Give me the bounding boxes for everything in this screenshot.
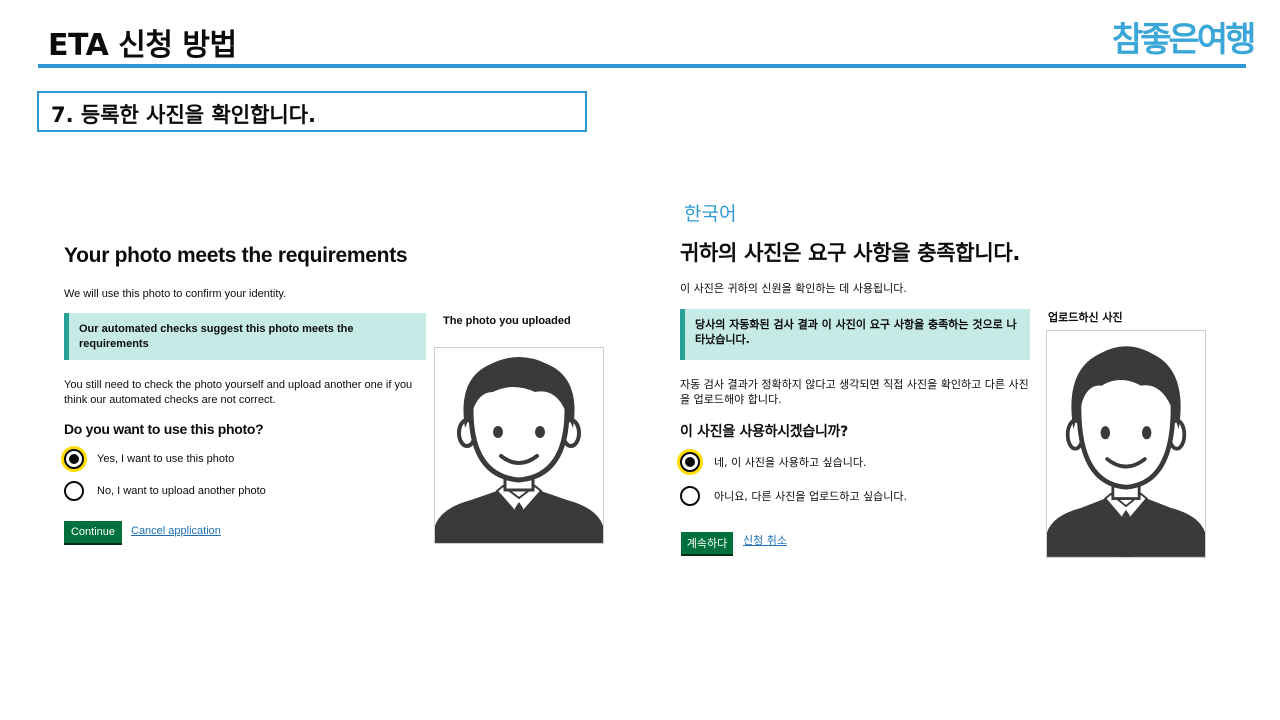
radio-option-yes-ko[interactable]: 네, 이 사진을 사용하고 싶습니다. <box>680 452 867 472</box>
person-avatar-icon <box>435 348 603 543</box>
page-heading-ko: 귀하의 사진은 요구 사항을 충족합니다. <box>680 241 1021 265</box>
language-label: 한국어 <box>684 203 737 225</box>
korean-screenshot: 한국어 귀하의 사진은 요구 사항을 충족합니다. 이 사진은 귀하의 신원을 … <box>672 195 1232 565</box>
inset-message: Our automated checks suggest this photo … <box>79 323 354 350</box>
radio-no-label[interactable]: No, I want to upload another photo <box>97 485 266 497</box>
english-screenshot: Your photo meets the requirements We wil… <box>58 240 618 570</box>
step-label: 7. 등록한 사진을 확인합니다. <box>51 103 317 127</box>
intro-text: We will use this photo to confirm your i… <box>64 288 287 300</box>
slide-title: ETA 신청 방법 <box>48 28 237 63</box>
intro-text-ko: 이 사진은 귀하의 신원을 확인하는 데 사용됩니다. <box>680 282 907 295</box>
person-avatar-icon <box>1047 331 1205 557</box>
radio-yes-label[interactable]: Yes, I want to use this photo <box>97 453 234 465</box>
inset-message-ko: 당사의 자동화된 검사 결과 이 사진이 요구 사항을 충족하는 것으로 나타났… <box>695 318 1017 346</box>
radio-yes-label-ko[interactable]: 네, 이 사진을 사용하고 싶습니다. <box>714 454 867 470</box>
continue-button[interactable]: Continue <box>64 521 122 543</box>
continue-button-ko[interactable]: 계속하다 <box>681 532 733 554</box>
radio-yes-ko[interactable] <box>680 452 700 472</box>
inset-text: Our automated checks suggest this photo … <box>64 313 426 360</box>
page-heading: Your photo meets the requirements <box>64 244 408 267</box>
radio-option-no[interactable]: No, I want to upload another photo <box>64 481 266 501</box>
uploaded-photo-ko <box>1046 330 1206 558</box>
question-heading-ko: 이 사진을 사용하시겠습니까? <box>680 424 848 440</box>
note-text-ko: 자동 검사 결과가 정확하지 않다고 생각되면 직접 사진을 확인하고 다른 사… <box>680 378 1029 406</box>
radio-no-label-ko[interactable]: 아니요, 다른 사진을 업로드하고 싶습니다. <box>714 488 907 504</box>
radio-option-no-ko[interactable]: 아니요, 다른 사진을 업로드하고 싶습니다. <box>680 486 907 506</box>
radio-yes[interactable] <box>64 449 84 469</box>
brand-logo: 참좋은여행 <box>1112 20 1256 60</box>
photo-label: The photo you uploaded <box>443 315 571 327</box>
inset-text-ko: 당사의 자동화된 검사 결과 이 사진이 요구 사항을 충족하는 것으로 나타났… <box>680 309 1030 360</box>
note-text: You still need to check the photo yourse… <box>64 379 413 406</box>
question-heading: Do you want to use this photo? <box>64 421 264 437</box>
radio-option-yes[interactable]: Yes, I want to use this photo <box>64 449 234 469</box>
cancel-application-link-ko[interactable]: 신청 취소 <box>743 532 787 548</box>
header-divider <box>38 64 1246 68</box>
cancel-application-link[interactable]: Cancel application <box>131 525 221 537</box>
uploaded-photo <box>434 347 604 544</box>
photo-label-ko: 업로드하신 사진 <box>1048 311 1123 324</box>
radio-no[interactable] <box>64 481 84 501</box>
radio-no-ko[interactable] <box>680 486 700 506</box>
step-box: 7. 등록한 사진을 확인합니다. <box>37 91 587 132</box>
